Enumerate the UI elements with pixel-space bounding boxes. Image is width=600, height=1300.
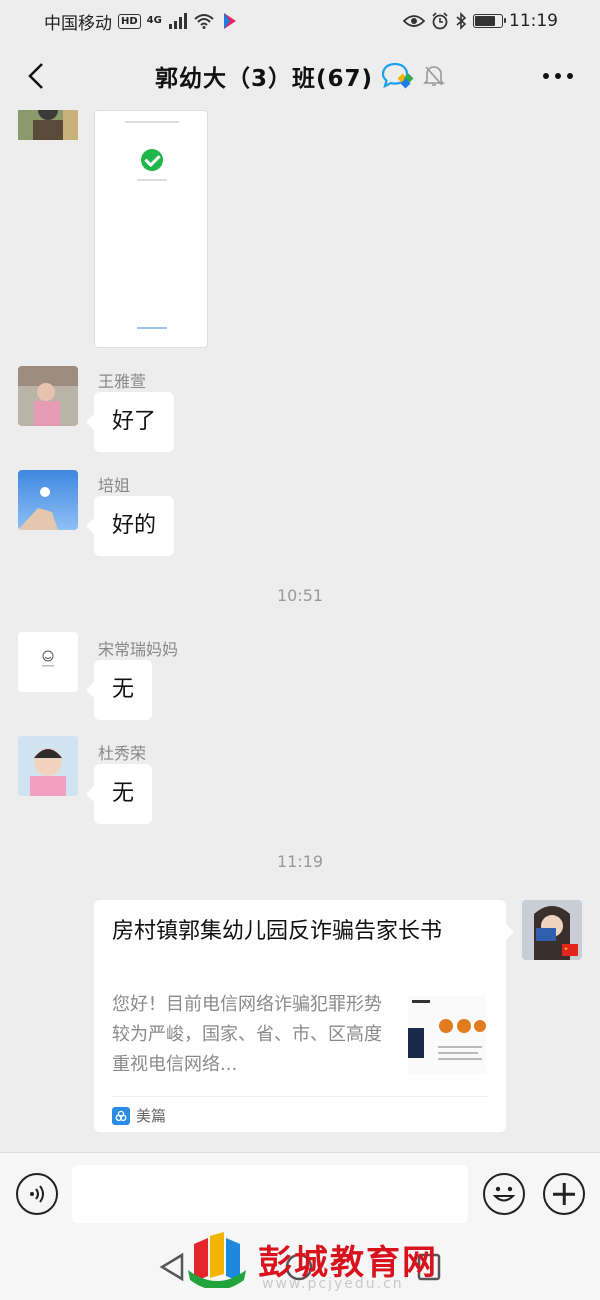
alarm-icon <box>432 12 448 30</box>
message-bubble[interactable]: 无 <box>85 764 153 824</box>
link-card-thumbnail <box>408 996 486 1074</box>
eye-icon <box>403 15 425 27</box>
voice-icon <box>30 1185 44 1203</box>
success-check-icon <box>141 149 163 171</box>
link-card-source: 美篇 <box>136 1107 167 1125</box>
wifi-icon <box>194 14 214 29</box>
my-avatar[interactable] <box>522 900 582 960</box>
avatar[interactable] <box>18 470 78 530</box>
title-wrap: 郭幼大（3）班(67) <box>155 59 445 93</box>
avatar[interactable] <box>18 110 78 156</box>
mute-bell-icon <box>423 66 445 86</box>
signal-icon <box>168 13 187 29</box>
timestamp: 10:51 <box>276 586 324 605</box>
message-bubble[interactable]: 好的 <box>85 496 175 556</box>
avatar[interactable] <box>18 736 78 796</box>
image-line <box>137 179 167 181</box>
chat-header: 郭幼大（3）班(67) <box>0 42 600 110</box>
watermark-url: www.pcjyedu.cn <box>262 1276 404 1292</box>
meipian-icon <box>112 1106 130 1125</box>
image-line <box>137 327 167 329</box>
status-right: 11:19 <box>403 11 558 31</box>
status-time: 11:19 <box>509 11 558 31</box>
image-line <box>125 121 179 123</box>
emoji-button[interactable] <box>483 1173 525 1215</box>
avatar[interactable] <box>18 366 78 426</box>
group-chat-icon <box>381 62 414 89</box>
back-icon <box>28 63 43 89</box>
message-bubble[interactable]: 无 <box>85 660 153 720</box>
sender-name: 宋常瑞妈妈 <box>98 640 179 659</box>
carrier-label: 中国移动 <box>44 13 112 34</box>
network-type: 4G <box>146 15 162 26</box>
voice-button[interactable] <box>16 1173 58 1215</box>
hd-icon: HD <box>118 13 141 29</box>
sender-name: 培姐 <box>98 476 131 495</box>
chat-area[interactable]: 王雅萱 好了 培姐 好的 10:51 宋常瑞妈妈 无 杜秀荣 无 11:19 房… <box>0 110 600 1152</box>
sender-name: 杜秀荣 <box>98 744 147 763</box>
image-message[interactable] <box>94 110 208 348</box>
back-button[interactable] <box>16 56 56 96</box>
message-bubble[interactable]: 好了 <box>85 392 175 452</box>
link-card-footer: 美篇 <box>112 1096 488 1126</box>
message-input[interactable] <box>72 1165 468 1223</box>
sender-name: 王雅萱 <box>98 372 147 391</box>
link-card-description: 您好！目前电信网络诈骗犯罪形势较为严峻，国家、省、市、区高度重视电信网络... <box>112 994 382 1075</box>
link-card-title: 房村镇郭集幼儿园反诈骗告家长书 <box>112 919 443 944</box>
more-icon <box>543 73 573 79</box>
plus-button[interactable] <box>543 1173 585 1215</box>
timestamp: 11:19 <box>276 852 324 871</box>
link-card[interactable]: 房村镇郭集幼儿园反诈骗告家长书 您好！目前电信网络诈骗犯罪形势较为严峻，国家、省… <box>94 900 514 1132</box>
battery-icon <box>473 14 506 28</box>
avatar[interactable] <box>18 632 78 692</box>
battery-level <box>475 16 495 26</box>
chat-title: 郭幼大（3）班(67) <box>154 66 374 92</box>
bluetooth-icon <box>456 12 467 30</box>
app-badge-icon <box>223 13 236 29</box>
more-button[interactable] <box>538 58 578 94</box>
status-bar: 中国移动 HD 4G 11:19 <box>0 0 600 42</box>
nav-back-icon[interactable] <box>158 1252 186 1282</box>
emoji-icon <box>492 1186 516 1202</box>
status-left: 中国移动 HD 4G <box>44 9 240 34</box>
watermark-logo-icon <box>188 1232 246 1288</box>
